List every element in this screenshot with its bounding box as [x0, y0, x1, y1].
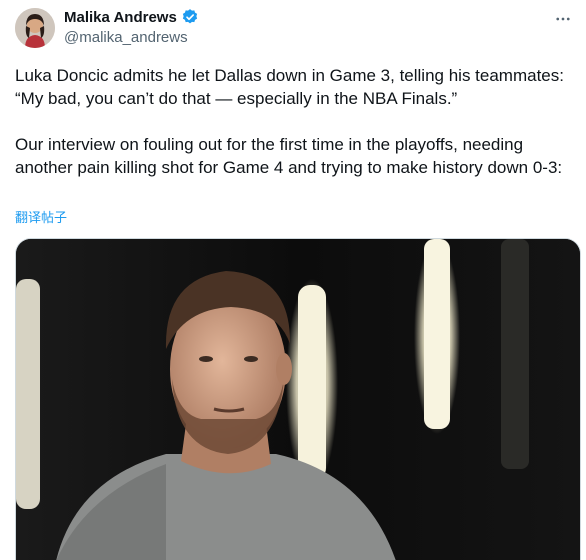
author-avatar[interactable]: [15, 8, 55, 48]
more-options-icon[interactable]: [552, 8, 574, 30]
author-name-row: Malika Andrews: [64, 8, 199, 26]
interview-photo: [16, 239, 580, 560]
translate-post-link[interactable]: 翻译帖子: [15, 207, 67, 226]
tweet-text: Luka Doncic admits he let Dallas down in…: [15, 66, 564, 177]
tweet-media-image[interactable]: [15, 238, 581, 560]
author-display-name[interactable]: Malika Andrews: [64, 9, 177, 26]
avatar-image: [15, 8, 55, 48]
author-handle[interactable]: @malika_andrews: [64, 29, 188, 46]
verified-badge-icon: [181, 8, 199, 26]
